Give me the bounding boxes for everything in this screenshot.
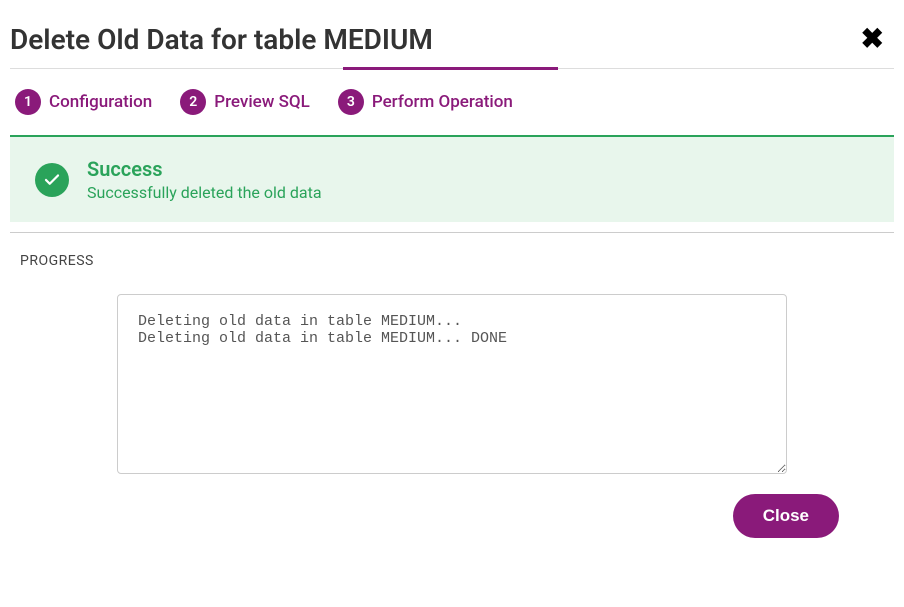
dialog-header: Delete Old Data for table MEDIUM ✖ bbox=[10, 10, 894, 68]
step-label: Configuration bbox=[49, 92, 152, 112]
step-configuration[interactable]: 1 Configuration bbox=[15, 89, 152, 115]
dialog-footer: Close bbox=[10, 474, 894, 548]
step-number-badge: 1 bbox=[15, 89, 41, 115]
success-alert: Success Successfully deleted the old dat… bbox=[10, 135, 894, 222]
wizard-steps: 1 Configuration 2 Preview SQL 3 Perform … bbox=[10, 68, 894, 135]
step-label: Perform Operation bbox=[372, 92, 513, 112]
alert-title: Success bbox=[87, 157, 322, 181]
close-button[interactable]: Close bbox=[733, 494, 839, 538]
progress-log[interactable] bbox=[117, 294, 787, 474]
step-perform-operation[interactable]: 3 Perform Operation bbox=[338, 89, 513, 115]
close-icon[interactable]: ✖ bbox=[856, 20, 889, 58]
alert-message: Successfully deleted the old data bbox=[87, 183, 322, 202]
dialog-title: Delete Old Data for table MEDIUM bbox=[10, 23, 433, 56]
check-circle-icon bbox=[35, 163, 69, 197]
progress-log-container bbox=[10, 294, 894, 474]
step-preview-sql[interactable]: 2 Preview SQL bbox=[180, 89, 310, 115]
progress-section-label: PROGRESS bbox=[10, 253, 894, 269]
alert-text: Success Successfully deleted the old dat… bbox=[87, 157, 322, 202]
active-step-underline bbox=[343, 67, 558, 70]
step-number-badge: 2 bbox=[180, 89, 206, 115]
section-divider bbox=[10, 232, 894, 233]
step-number-badge: 3 bbox=[338, 89, 364, 115]
step-label: Preview SQL bbox=[214, 92, 310, 112]
